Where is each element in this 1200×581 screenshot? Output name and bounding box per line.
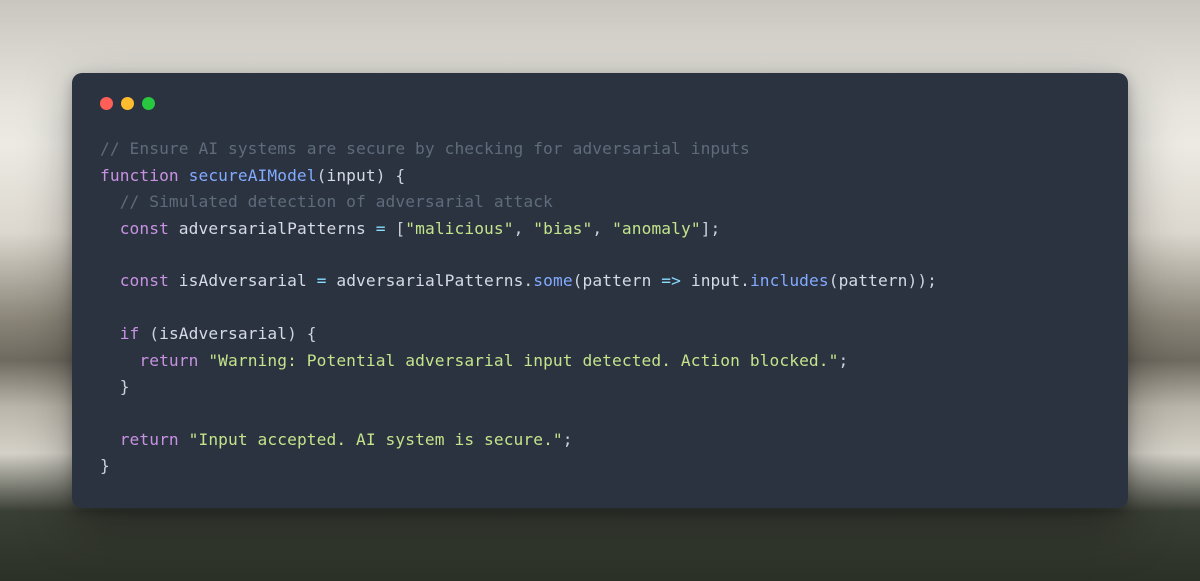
param: pattern [583,271,652,290]
method: includes [750,271,829,290]
indent [100,219,120,238]
keyword-return: return [120,430,179,449]
punct: [ [395,219,405,238]
identifier: isAdversarial [179,271,307,290]
punct: , [592,219,612,238]
param: input [326,166,375,185]
string: "bias" [533,219,592,238]
traffic-lights [100,97,1100,110]
zoom-icon[interactable] [142,97,155,110]
code-block: // Ensure AI systems are secure by check… [100,136,1100,479]
keyword-const: const [120,219,169,238]
punct: ( [829,271,839,290]
punct: ; [563,430,573,449]
punct: . [740,271,750,290]
punct: . [523,271,533,290]
identifier: pattern [839,271,908,290]
space [179,430,189,449]
operator: = [307,271,337,290]
minimize-icon[interactable] [121,97,134,110]
keyword-const: const [120,271,169,290]
brace: } [120,377,130,396]
indent [100,351,139,370]
identifier: adversarialPatterns [179,219,366,238]
indent [100,377,120,396]
punct: ( [139,324,159,343]
indent [100,430,120,449]
brace: } [100,456,110,475]
code-window: // Ensure AI systems are secure by check… [72,73,1128,507]
keyword-return: return [139,351,198,370]
keyword-if: if [120,324,140,343]
punct: ) { [376,166,406,185]
indent [100,271,120,290]
code-comment: // Ensure AI systems are secure by check… [100,139,750,158]
punct: ( [317,166,327,185]
keyword-function: function [100,166,179,185]
code-comment: // Simulated detection of adversarial at… [100,192,553,211]
punct: )); [907,271,937,290]
string: "malicious" [405,219,513,238]
indent [100,324,120,343]
identifier: adversarialPatterns [336,271,523,290]
operator: => [651,271,690,290]
identifier: input [691,271,740,290]
space [198,351,208,370]
punct: ; [838,351,848,370]
string: "Warning: Potential adversarial input de… [208,351,838,370]
string: "Input accepted. AI system is secure." [189,430,563,449]
close-icon[interactable] [100,97,113,110]
punct: , [514,219,534,238]
method: some [533,271,572,290]
punct: ) { [287,324,317,343]
punct: ( [573,271,583,290]
string: "anomaly" [612,219,701,238]
identifier: isAdversarial [159,324,287,343]
function-name: secureAIModel [189,166,317,185]
punct: ]; [701,219,721,238]
operator: = [366,219,396,238]
